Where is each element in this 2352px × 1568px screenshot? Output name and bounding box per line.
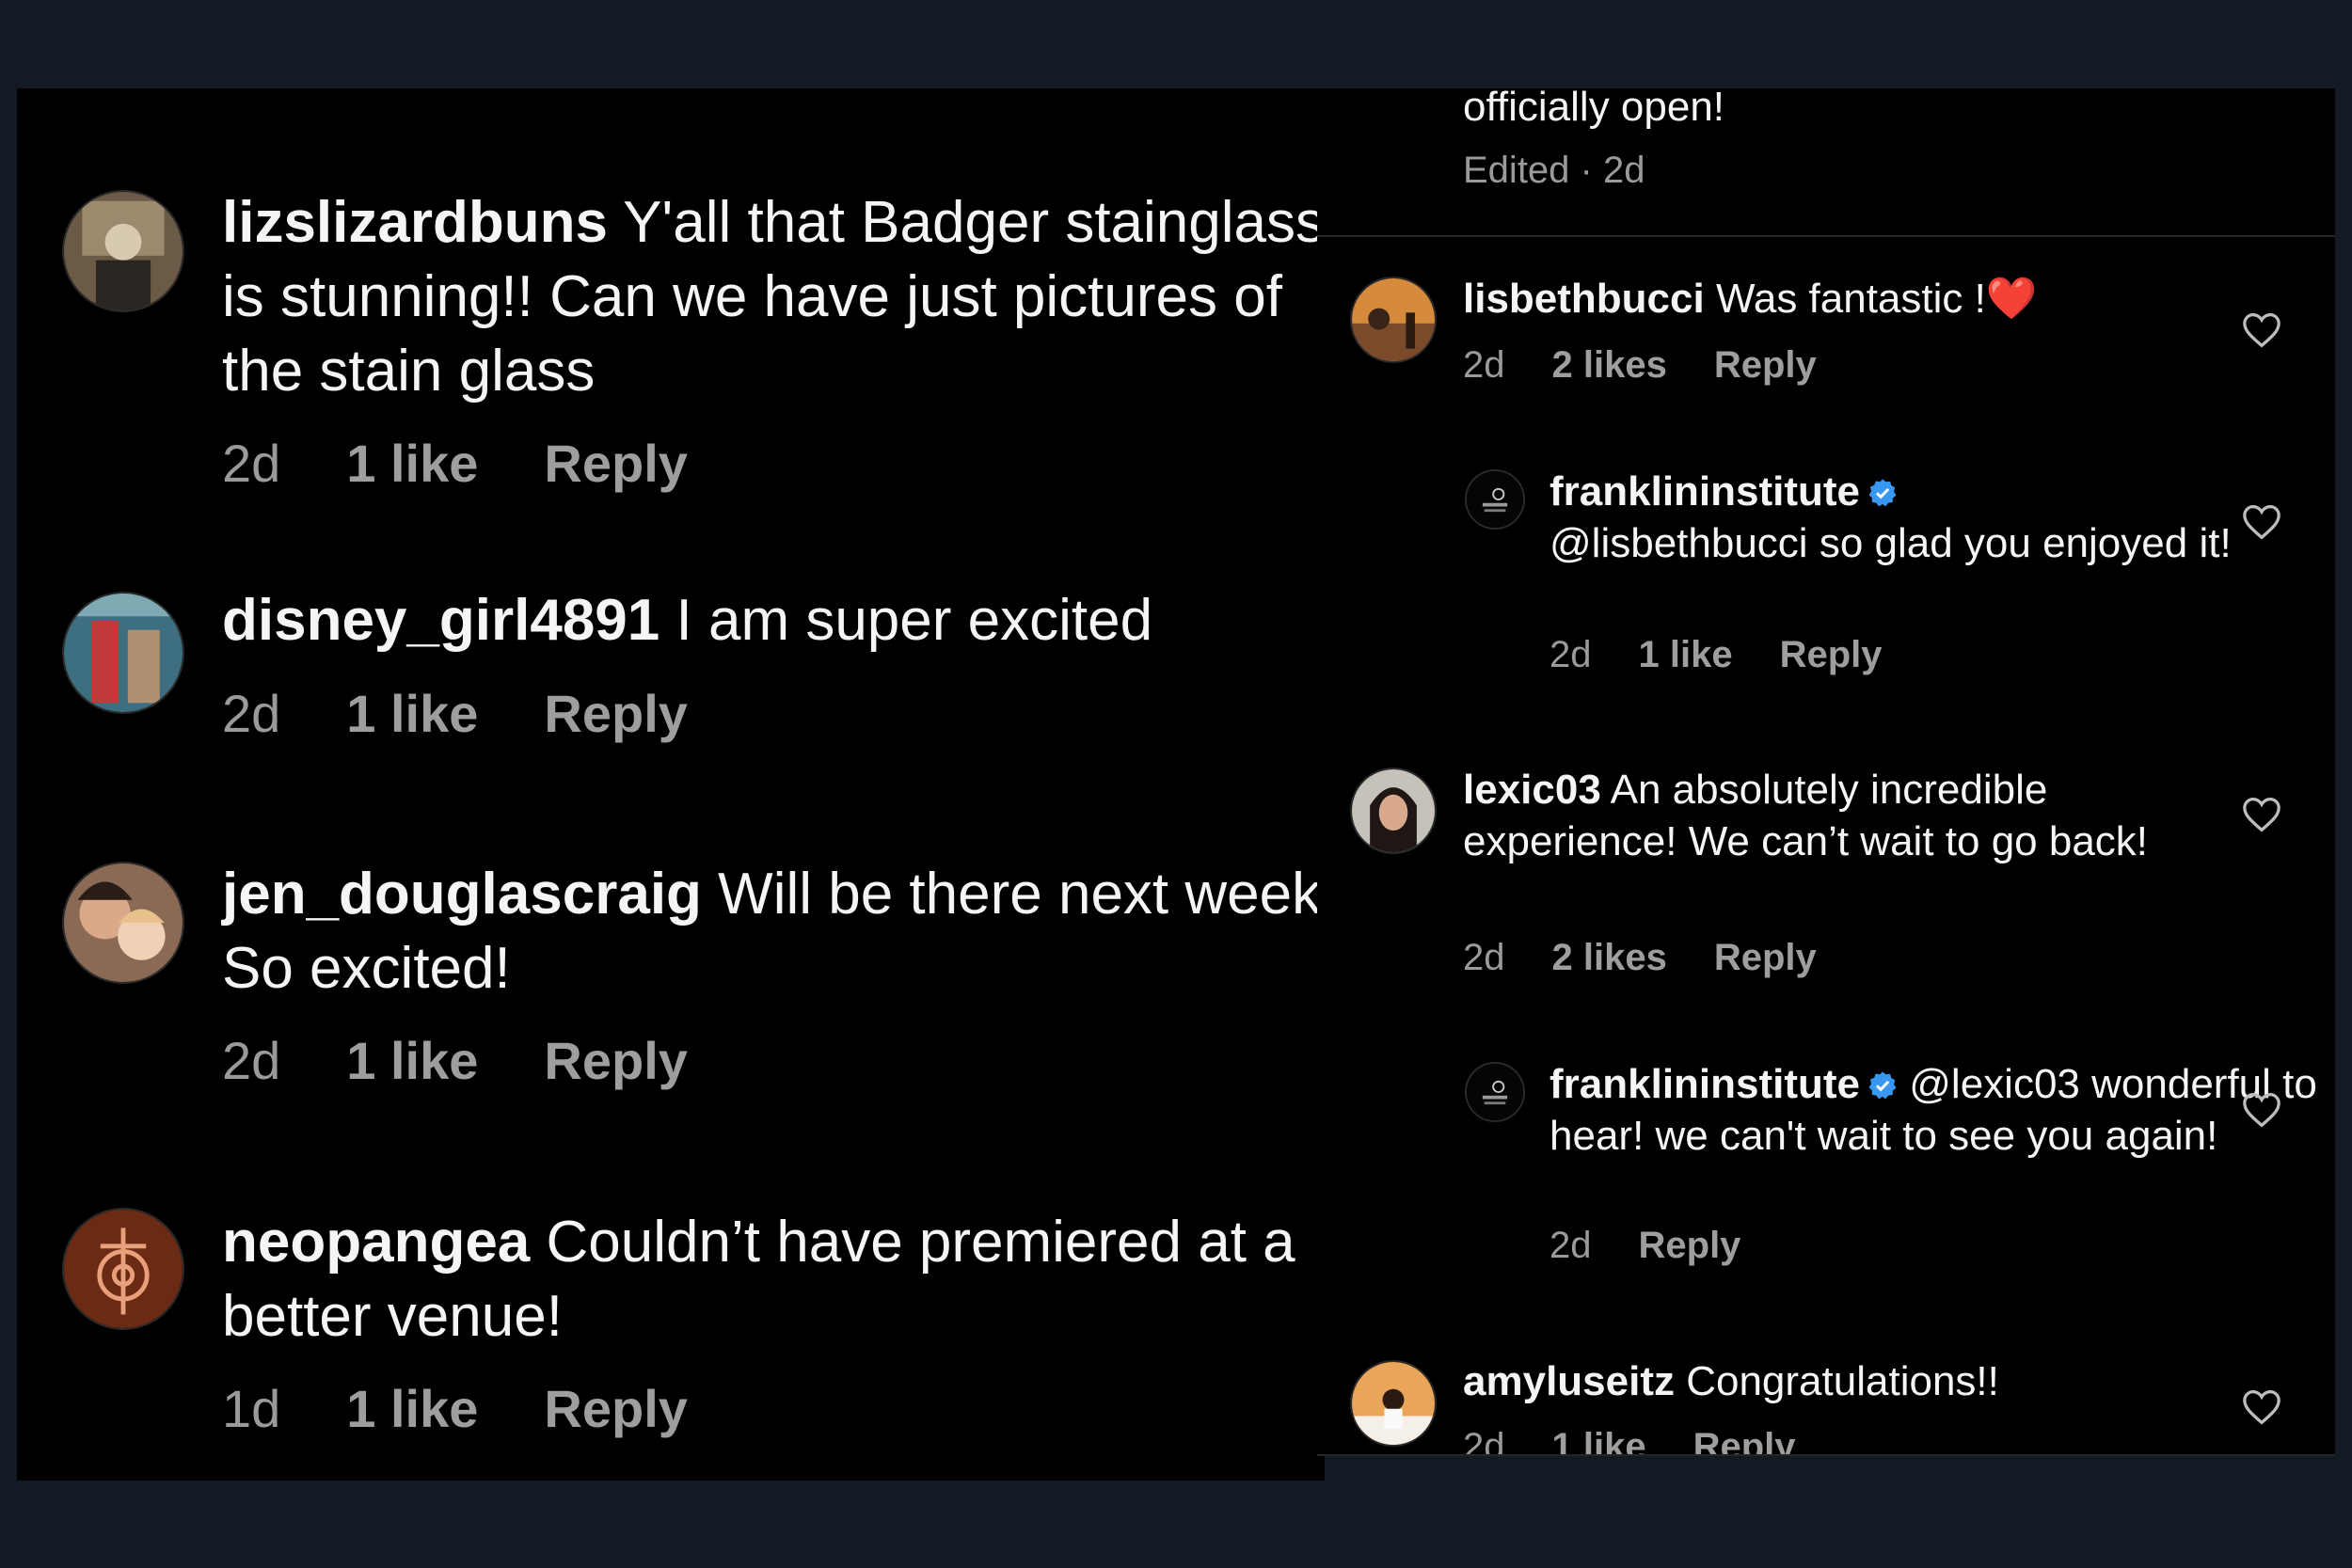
comment-likes[interactable]: 1 like (1639, 634, 1733, 676)
reply-button[interactable]: Reply (1693, 1426, 1796, 1456)
heart-outline-icon[interactable] (2241, 1091, 2282, 1129)
comment-username[interactable]: disney_girl4891 (222, 588, 660, 653)
comment-time: 2d (222, 434, 281, 493)
comment-likes[interactable]: 2 likes (1552, 344, 1667, 387)
comment-likes[interactable]: 1 like (346, 683, 478, 744)
heart-outline-icon[interactable] (2241, 503, 2282, 541)
comment-username[interactable]: franklininstitute (1549, 1061, 1860, 1107)
heart-outline-icon[interactable] (2241, 311, 2282, 349)
comment-username[interactable]: amyluseitz (1463, 1358, 1675, 1404)
reply-button[interactable]: Reply (1714, 937, 1817, 979)
avatar[interactable] (1465, 1062, 1525, 1122)
comment-body: so glad you enjoyed it! (1819, 520, 2232, 566)
reply-button[interactable]: Reply (544, 683, 688, 744)
avatar[interactable] (1350, 768, 1437, 854)
comment-meta: 2d 1 like Reply (1463, 1426, 1796, 1456)
divider (1317, 1454, 2335, 1456)
comment-username[interactable]: franklininstitute (1549, 468, 1860, 515)
comments-panel-right: officially open! Edited · 2d lisbethbucc… (1317, 88, 2335, 1456)
comment-time: 2d (1463, 937, 1505, 978)
mention-link[interactable]: @lisbethbucci (1549, 520, 1808, 566)
comment-text: lizslizardbuns Y'all that Badger staingl… (222, 185, 1325, 408)
avatar[interactable] (62, 1208, 184, 1330)
reply-button[interactable]: Reply (1714, 344, 1817, 387)
comments-panel-left: lizslizardbuns Y'all that Badger staingl… (17, 88, 1325, 1481)
comment-time: 2d (222, 1031, 281, 1090)
avatar[interactable] (62, 862, 184, 984)
heart-outline-icon[interactable] (2241, 796, 2282, 833)
comment-text: neopangea Couldn’t have premiered at a b… (222, 1205, 1325, 1354)
reply-button[interactable]: Reply (544, 433, 688, 494)
comment-meta: 1d 1 like Reply (222, 1378, 688, 1439)
comment-likes[interactable]: 1 like (1552, 1426, 1646, 1456)
comment-username[interactable]: jen_douglascraig (222, 862, 702, 927)
comment-username[interactable]: lexic03 (1463, 767, 1601, 813)
comment-text: lexic03 An absolutely incredible experie… (1463, 764, 2234, 867)
heart-emoji: ❤️ (1985, 276, 2038, 322)
reply-button[interactable]: Reply (1780, 634, 1883, 676)
comment-time: 1d (222, 1379, 281, 1438)
divider (1317, 235, 2335, 237)
comment-username[interactable]: lisbethbucci (1463, 276, 1705, 322)
comment-likes[interactable]: 1 like (346, 1030, 478, 1091)
comment-meta: 2d 1 like Reply (222, 1030, 688, 1091)
comment-body: Was fantastic ! (1715, 276, 1986, 322)
comment-meta: 2d 2 likes Reply (1463, 937, 1817, 979)
comment-likes[interactable]: 1 like (346, 433, 478, 494)
comment-text: disney_girl4891 I am super excited (222, 583, 1325, 657)
reply-button[interactable]: Reply (544, 1030, 688, 1091)
avatar[interactable] (1350, 277, 1437, 363)
avatar[interactable] (62, 592, 184, 714)
reply-button[interactable]: Reply (544, 1378, 688, 1439)
avatar[interactable] (62, 190, 184, 312)
caption-tail: officially open! (1463, 88, 1725, 130)
comment-text: lisbethbucci Was fantastic !❤️ (1463, 273, 2234, 325)
verified-badge-icon (1867, 1070, 1898, 1101)
comment-time: 2d (1549, 634, 1592, 675)
heart-outline-icon[interactable] (2241, 1388, 2282, 1426)
comment-likes[interactable]: 2 likes (1552, 937, 1667, 979)
comment-username[interactable]: neopangea (222, 1210, 530, 1275)
comment-likes[interactable]: 1 like (346, 1378, 478, 1439)
mention-link[interactable]: @lexic03 (1909, 1061, 2080, 1107)
comment-meta: 2d 2 likes Reply (1463, 344, 1817, 387)
comment-time: 2d (222, 684, 281, 743)
comment-meta: 2d Reply (1549, 1225, 1740, 1267)
comment-time: 2d (1463, 344, 1505, 386)
caption-edited: Edited · 2d (1463, 150, 1645, 192)
comment-text: amyluseitz Congratulations!! (1463, 1355, 2234, 1407)
comment-time: 2d (1463, 1426, 1505, 1456)
comment-meta: 2d 1 like Reply (1549, 634, 1883, 676)
verified-badge-icon (1867, 478, 1898, 508)
reply-button[interactable]: Reply (1639, 1225, 1741, 1267)
avatar[interactable] (1350, 1360, 1437, 1447)
comment-text: franklininstitute @lisbethbucci so glad … (1549, 466, 2321, 569)
comment-username[interactable]: lizslizardbuns (222, 190, 608, 255)
caption-edited-label: Edited · 2d (1463, 150, 1645, 191)
comment-body: Congratulations!! (1686, 1358, 1999, 1404)
comment-body: I am super excited (675, 588, 1153, 653)
comment-text: jen_douglascraig Will be there next week… (222, 857, 1325, 1006)
avatar[interactable] (1465, 469, 1525, 530)
comment-time: 2d (1549, 1225, 1592, 1266)
comment-meta: 2d 1 like Reply (222, 433, 688, 494)
comment-text: franklininstitute @lexic03 wonderful to … (1549, 1058, 2321, 1162)
comment-meta: 2d 1 like Reply (222, 683, 688, 744)
